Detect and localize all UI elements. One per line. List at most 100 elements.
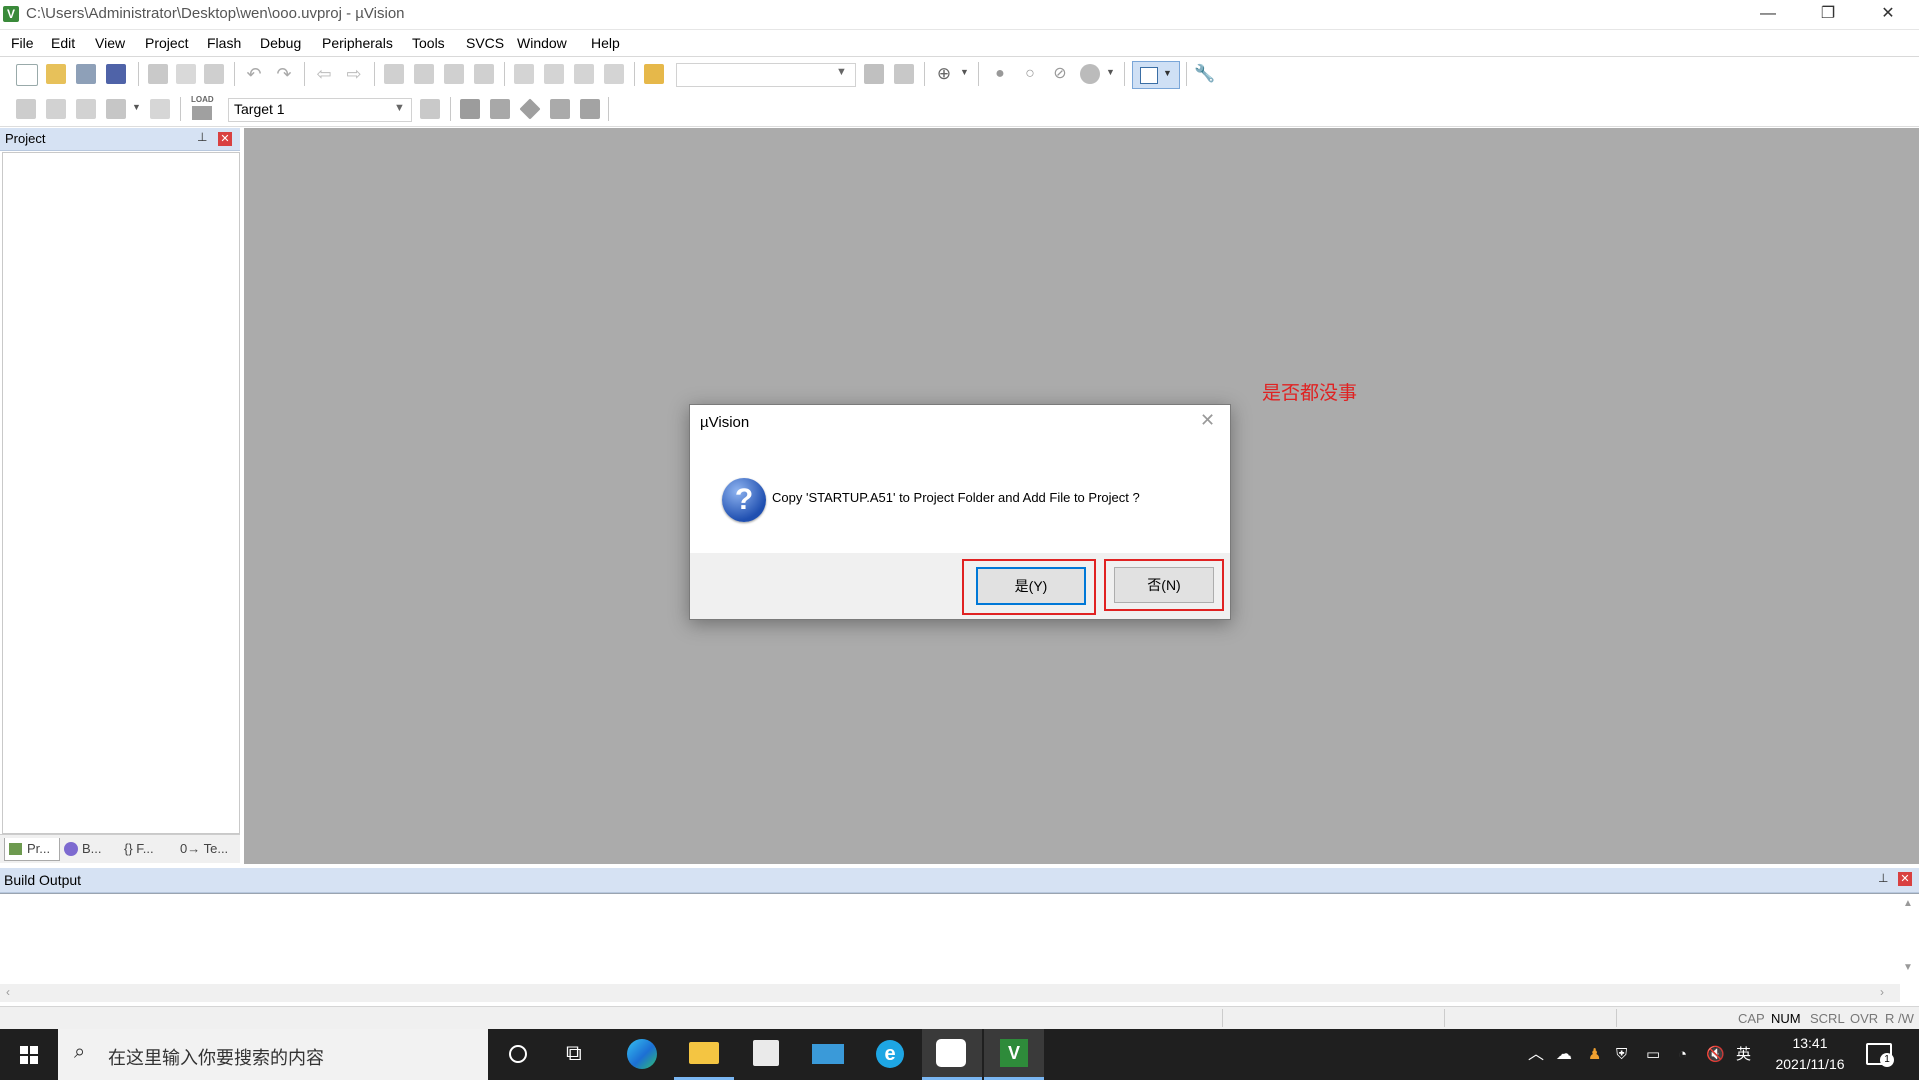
clear-bookmarks-icon[interactable]	[474, 64, 494, 84]
pin-icon[interactable]: ⊥	[1878, 871, 1888, 885]
menu-debug[interactable]: Debug	[260, 35, 301, 51]
dialog-close-icon[interactable]: ✕	[1200, 410, 1215, 431]
rebuild-icon[interactable]	[76, 99, 96, 119]
start-button[interactable]	[0, 1029, 60, 1080]
kill-breakpoints-icon[interactable]	[1080, 64, 1100, 84]
navigate-forward-icon[interactable]: ⇨	[344, 64, 364, 84]
file-explorer-taskbar-app[interactable]	[674, 1029, 734, 1080]
next-bookmark-icon[interactable]	[444, 64, 464, 84]
chevron-down-icon[interactable]: ▼	[132, 102, 141, 112]
debug-session-icon[interactable]: ⊕	[934, 64, 954, 84]
input-method-indicator[interactable]: 英	[1736, 1029, 1751, 1080]
minimize-button[interactable]: —	[1739, 0, 1797, 29]
chevron-down-icon[interactable]: ▼	[1106, 67, 1115, 77]
menu-peripherals[interactable]: Peripherals	[322, 35, 393, 51]
find-in-files-icon[interactable]	[644, 64, 664, 84]
wifi-icon[interactable]: ◔	[1678, 1029, 1687, 1080]
scroll-left-icon[interactable]: ‹	[6, 985, 10, 999]
volume-muted-icon[interactable]: 🔇	[1706, 1029, 1725, 1080]
menu-svcs[interactable]: SVCS	[466, 35, 504, 51]
user-tray-icon[interactable]: ♟	[1588, 1029, 1601, 1080]
new-file-icon[interactable]	[16, 64, 38, 86]
comment-icon[interactable]	[574, 64, 594, 84]
scroll-up-icon[interactable]: ▲	[1903, 898, 1913, 909]
menu-tools[interactable]: Tools	[412, 35, 445, 51]
prev-bookmark-icon[interactable]	[414, 64, 434, 84]
yes-button[interactable]: 是(Y)	[976, 567, 1086, 605]
insert-breakpoint-icon[interactable]: ●	[990, 64, 1010, 84]
redo-icon[interactable]: ↷	[274, 64, 294, 84]
project-tree[interactable]	[2, 152, 240, 834]
menu-view[interactable]: View	[95, 35, 125, 51]
cortana-button[interactable]	[488, 1029, 548, 1080]
security-tray-icon[interactable]: ⛨	[1616, 1029, 1627, 1080]
paste-icon[interactable]	[204, 64, 224, 84]
open-folder-icon[interactable]	[46, 64, 66, 84]
chevron-down-icon[interactable]: ▼	[960, 67, 969, 77]
close-button[interactable]: ✕	[1859, 0, 1917, 29]
manage-components-icon[interactable]	[490, 99, 510, 119]
edge-taskbar-app[interactable]	[612, 1029, 672, 1080]
tab-functions[interactable]: {} F...	[122, 838, 172, 860]
file-extensions-icon[interactable]	[460, 99, 480, 119]
horizontal-scrollbar[interactable]: ‹ ›	[0, 984, 1900, 1002]
cut-icon[interactable]	[148, 64, 168, 84]
configure-wrench-icon[interactable]: 🔧	[1194, 64, 1215, 84]
vertical-scrollbar[interactable]: ▲ ▼	[1900, 898, 1916, 978]
menu-project[interactable]: Project	[145, 35, 189, 51]
translate-icon[interactable]	[16, 99, 36, 119]
menu-edit[interactable]: Edit	[51, 35, 75, 51]
tab-project[interactable]: Pr...	[4, 838, 60, 861]
save-all-icon[interactable]	[106, 64, 126, 84]
indent-icon[interactable]	[514, 64, 534, 84]
scroll-right-icon[interactable]: ›	[1880, 985, 1884, 999]
close-panel-icon[interactable]: ✕	[1898, 872, 1912, 886]
run-time-env-icon[interactable]	[550, 99, 570, 119]
unindent-icon[interactable]	[544, 64, 564, 84]
cloud-taskbar-app[interactable]	[922, 1029, 982, 1080]
build-output-pane[interactable]: ▲ ▼ ‹ ›	[0, 893, 1919, 1006]
taskbar-search-box[interactable]: ⌕ 在这里输入你要搜索的内容	[58, 1029, 488, 1080]
tab-templates[interactable]: 0→ Te...	[178, 838, 234, 860]
uncomment-icon[interactable]	[604, 64, 624, 84]
ie-taskbar-app[interactable]: e	[860, 1029, 920, 1080]
scroll-down-icon[interactable]: ▼	[1903, 962, 1913, 973]
menu-help[interactable]: Help	[591, 35, 620, 51]
stop-build-icon[interactable]	[150, 99, 170, 119]
select-packs-icon[interactable]	[519, 98, 541, 120]
restore-button[interactable]: ❐	[1799, 0, 1857, 29]
clock[interactable]: 13:41 2021/11/16	[1760, 1033, 1860, 1077]
notification-center-button[interactable]: 1	[1866, 1041, 1894, 1067]
store-taskbar-app[interactable]	[736, 1029, 796, 1080]
save-icon[interactable]	[76, 64, 96, 84]
chevron-down-icon[interactable]: ▼	[836, 66, 847, 78]
battery-icon[interactable]: ▭	[1646, 1029, 1660, 1080]
close-panel-icon[interactable]: ✕	[218, 132, 232, 146]
menu-flash[interactable]: Flash	[207, 35, 241, 51]
task-view-button[interactable]: ⧉	[548, 1029, 608, 1080]
undo-icon[interactable]: ↶	[244, 64, 264, 84]
batch-build-icon[interactable]	[106, 99, 126, 119]
navigate-back-icon[interactable]: ⇦	[314, 64, 334, 84]
find-icon[interactable]	[864, 64, 884, 84]
target-select[interactable]: Target 1 ▼	[228, 98, 412, 122]
enable-breakpoint-icon[interactable]: ○	[1020, 64, 1040, 84]
disable-breakpoints-icon[interactable]: ⊘	[1050, 64, 1070, 84]
menu-window[interactable]: Window	[517, 35, 567, 51]
bookmark-icon[interactable]	[384, 64, 404, 84]
mail-taskbar-app[interactable]	[798, 1029, 858, 1080]
tab-books[interactable]: B...	[62, 838, 114, 860]
find-combobox[interactable]	[676, 63, 856, 87]
tray-overflow-icon[interactable]: ︿	[1528, 1029, 1544, 1080]
build-icon[interactable]	[46, 99, 66, 119]
incremental-find-icon[interactable]	[894, 64, 914, 84]
menu-file[interactable]: File	[11, 35, 34, 51]
target-options-icon[interactable]	[420, 99, 440, 119]
download-load-button[interactable]: LOAD	[190, 95, 214, 123]
copy-icon[interactable]	[176, 64, 196, 84]
onedrive-icon[interactable]: ☁	[1556, 1029, 1572, 1080]
no-button[interactable]: 否(N)	[1114, 567, 1214, 603]
pin-icon[interactable]: ⊥	[197, 130, 207, 144]
pack-installer-icon[interactable]	[580, 99, 600, 119]
uvision-taskbar-app[interactable]: V	[984, 1029, 1044, 1080]
